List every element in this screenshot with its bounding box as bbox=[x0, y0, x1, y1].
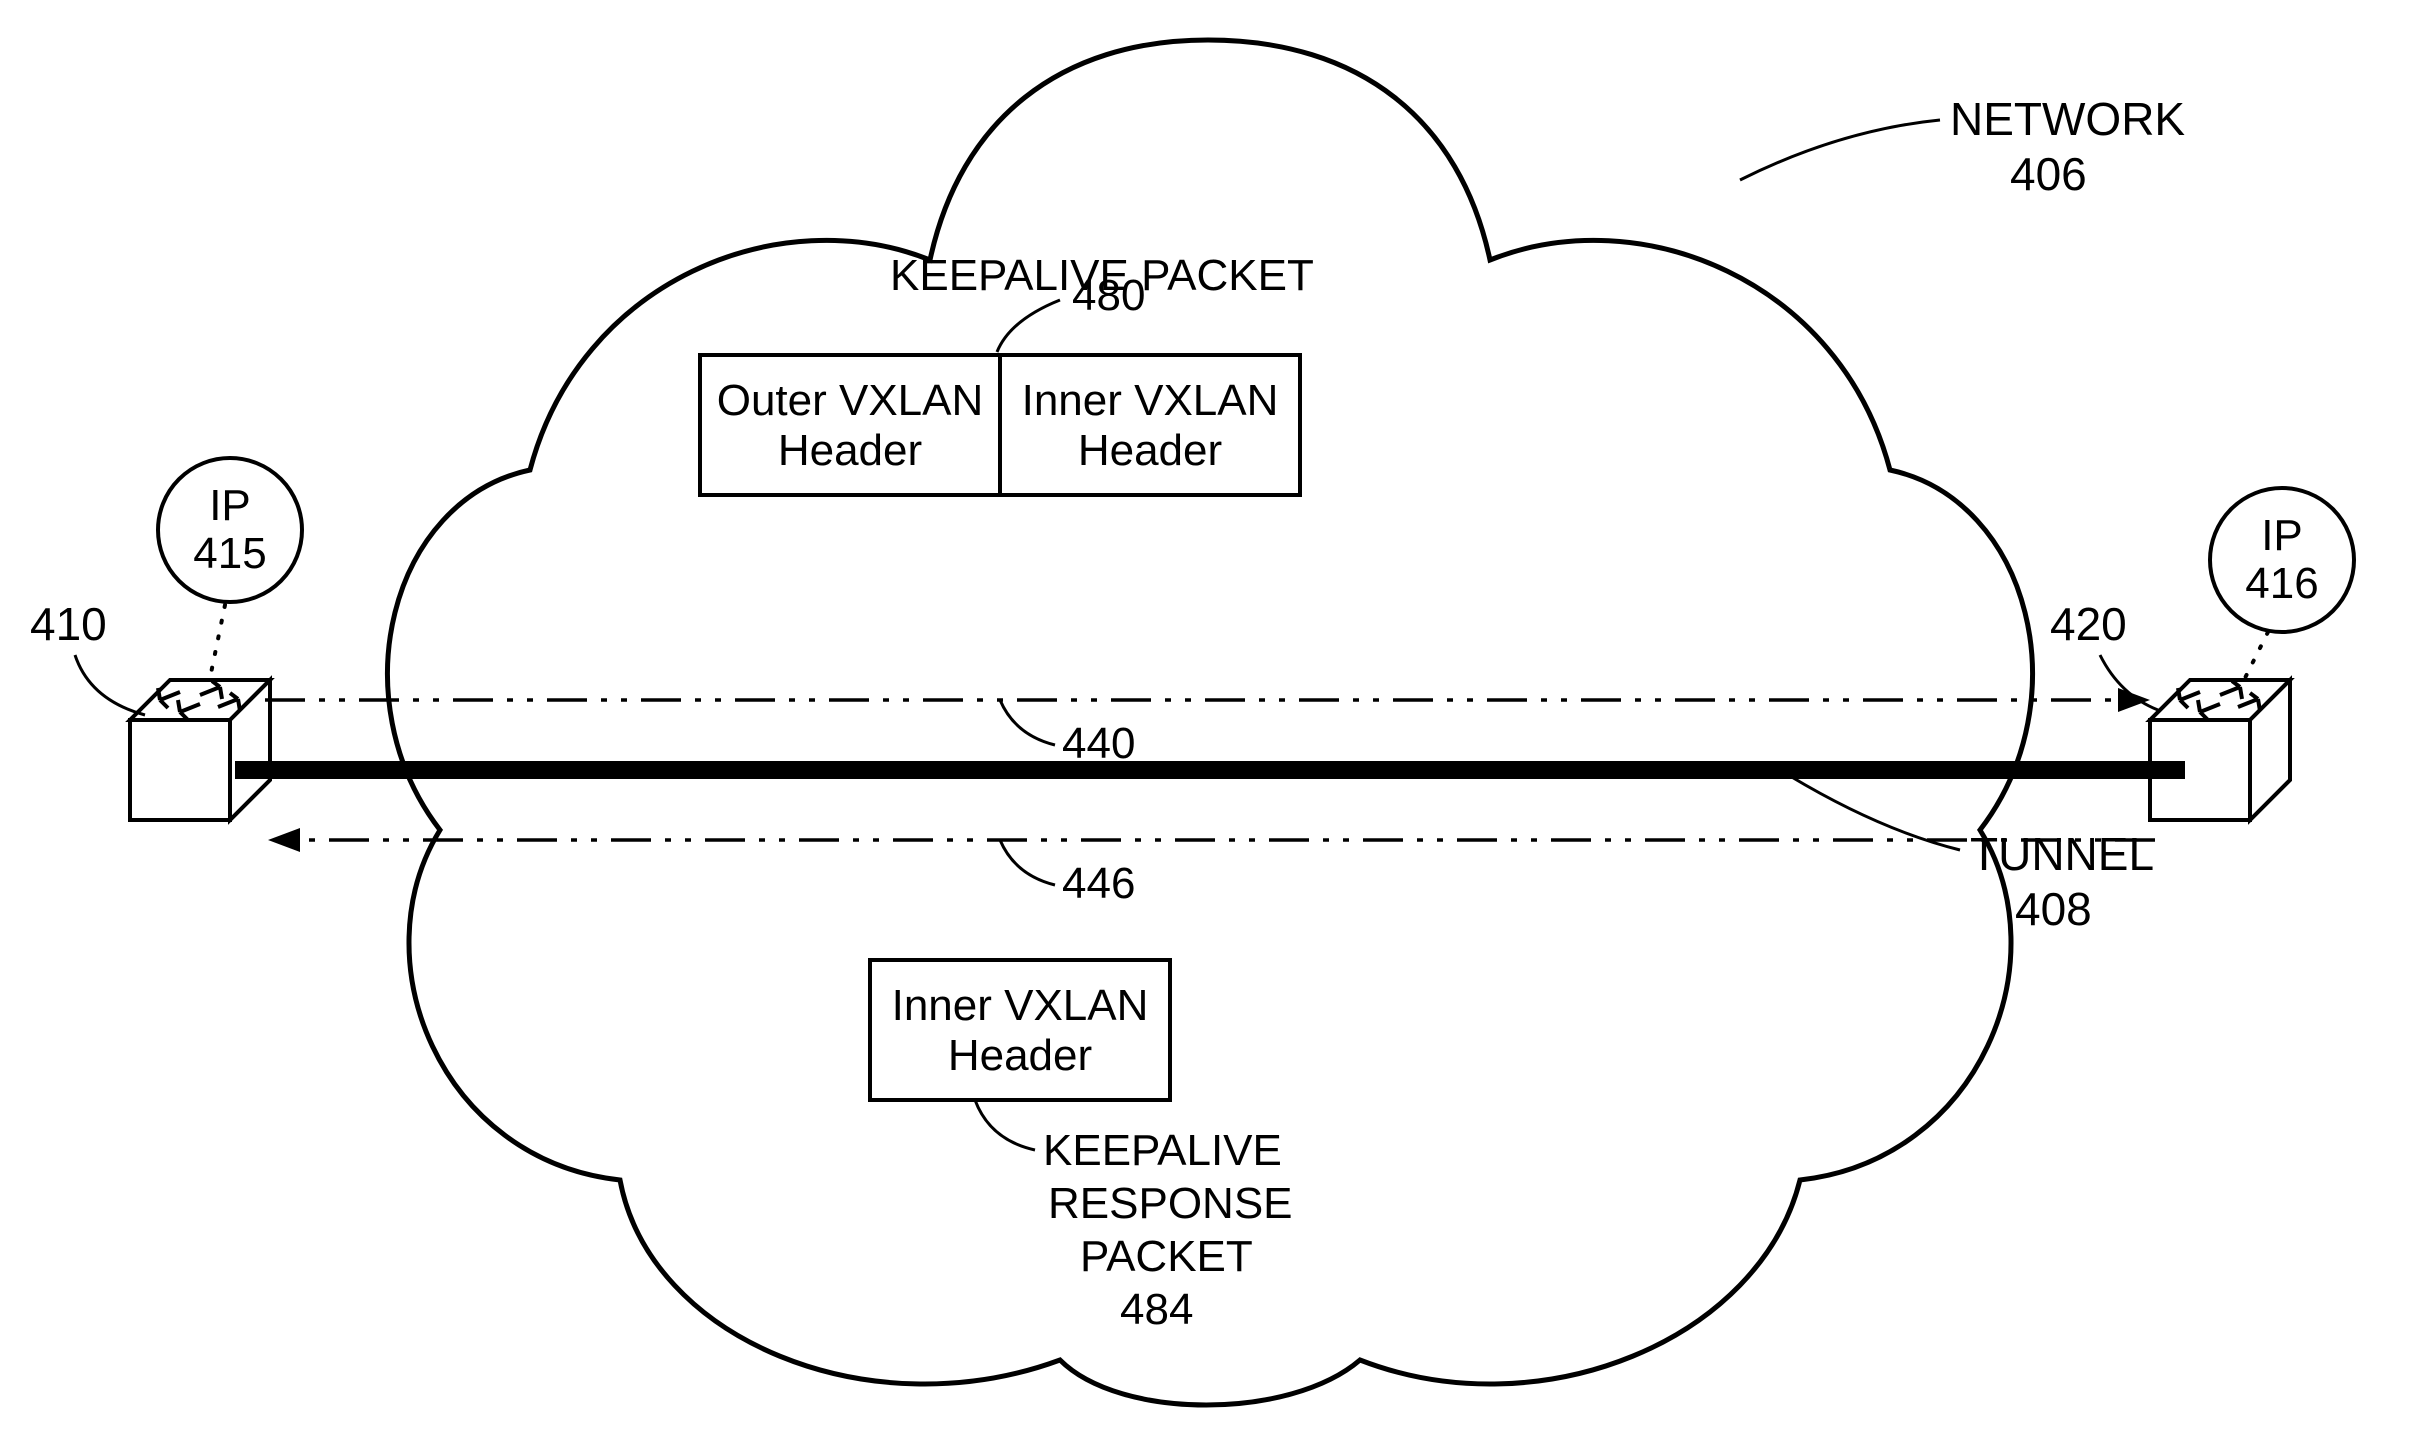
keepalive-resp-l2: RESPONSE bbox=[1048, 1179, 1293, 1228]
keepalive-resp-ref: 484 bbox=[1120, 1285, 1193, 1334]
ip-left-label: IP bbox=[209, 481, 251, 530]
keepalive-response-leader bbox=[975, 1100, 1035, 1150]
inner-vxlan-top-l1: Inner VXLAN bbox=[1022, 376, 1279, 425]
ip-right-ref: 416 bbox=[2245, 559, 2318, 608]
keepalive-resp-l1: KEEPALIVE bbox=[1043, 1126, 1282, 1175]
network-leader bbox=[1740, 120, 1940, 180]
top-arrow-ref: 440 bbox=[1062, 719, 1135, 768]
bottom-arrow-ref: 446 bbox=[1062, 859, 1135, 908]
diagram-canvas: NETWORK 406 KEEPALIVE PACKET 480 Outer V… bbox=[0, 0, 2417, 1444]
tunnel-label: TUNNEL bbox=[1970, 828, 2154, 880]
ip-right-dots bbox=[2245, 632, 2268, 678]
outer-vxlan-l2: Header bbox=[778, 426, 922, 475]
right-switch-ref: 420 bbox=[2050, 598, 2127, 650]
network-label: NETWORK bbox=[1950, 93, 2185, 145]
keepalive-arrowhead bbox=[2118, 688, 2150, 712]
left-switch-leader bbox=[75, 655, 145, 715]
keepalive-packet-leader bbox=[997, 300, 1060, 352]
inner-vxlan-bottom-l1: Inner VXLAN bbox=[892, 981, 1149, 1030]
left-switch-ref: 410 bbox=[30, 598, 107, 650]
keepalive-packet-ref: 480 bbox=[1072, 271, 1145, 320]
response-arrowhead bbox=[268, 828, 300, 852]
ip-right-label: IP bbox=[2261, 511, 2303, 560]
keepalive-resp-l3: PACKET bbox=[1080, 1232, 1253, 1281]
ip-left-dots bbox=[210, 605, 225, 678]
top-arrow-leader bbox=[1000, 700, 1055, 745]
ip-left-ref: 415 bbox=[193, 529, 266, 578]
bottom-arrow-leader bbox=[1000, 840, 1055, 885]
right-switch bbox=[2150, 680, 2290, 820]
inner-vxlan-bottom-l2: Header bbox=[948, 1031, 1092, 1080]
inner-vxlan-top-l2: Header bbox=[1078, 426, 1222, 475]
tunnel-ref: 408 bbox=[2015, 883, 2092, 935]
outer-vxlan-l1: Outer VXLAN bbox=[717, 376, 984, 425]
network-ref: 406 bbox=[2010, 148, 2087, 200]
left-switch bbox=[130, 680, 270, 820]
